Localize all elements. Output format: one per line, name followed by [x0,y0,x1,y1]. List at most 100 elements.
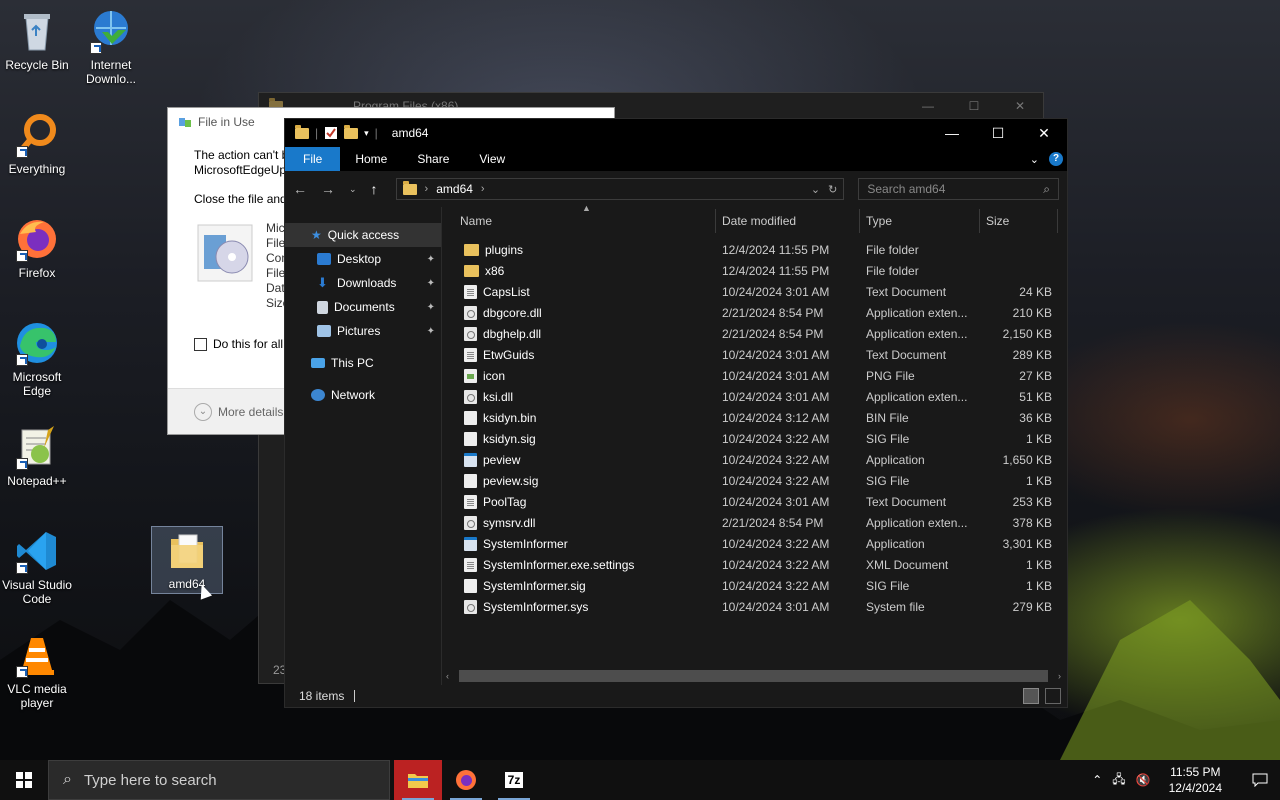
tab-home[interactable]: Home [340,147,402,171]
breadcrumb-chevron-icon[interactable]: › [425,183,429,195]
more-details-button[interactable]: More details [218,405,283,419]
refresh-icon[interactable]: ↻ [828,183,837,196]
file-name-cell[interactable]: EtwGuids [442,347,716,362]
file-row[interactable]: plugins 12/4/2024 11:55 PM File folder [442,239,1067,260]
nav-network[interactable]: Network [285,383,441,407]
nav-downloads[interactable]: ⬇ Downloads ✦ [285,271,441,295]
file-row[interactable]: ksidyn.bin 10/24/2024 3:12 AM BIN File 36 K… [442,407,1067,428]
file-name-cell[interactable]: dbgcore.dll [442,305,716,320]
file-row[interactable]: CapsList 10/24/2024 3:01 AM Text Document 2… [442,281,1067,302]
properties-icon[interactable] [324,126,338,140]
file-name-cell[interactable]: dbghelp.dll [442,326,716,341]
nav-pictures[interactable]: Pictures ✦ [285,319,441,343]
up-arrow-icon[interactable]: ↑ [371,181,378,197]
file-row[interactable]: SystemInformer.exe.settings 10/24/2024 3:… [442,554,1067,575]
desktop-icon-microsoft-edge[interactable]: Microsoft Edge [0,320,74,398]
file-name-cell[interactable]: ksidyn.bin [442,410,716,425]
file-name-cell[interactable]: ksi.dll [442,389,716,404]
address-bar[interactable]: › amd64 › ⌄ ↻ [395,178,845,200]
file-name-cell[interactable]: plugins [442,243,716,257]
desktop-icon-firefox[interactable]: Firefox [0,216,74,280]
scrollbar-thumb[interactable] [459,670,1048,682]
file-name-cell[interactable]: peview [442,452,716,467]
desktop-icon-vscode[interactable]: Visual Studio Code [0,528,74,606]
recent-locations-chevron-icon[interactable]: ⌄ [349,184,357,195]
back-arrow-icon[interactable]: ← [293,181,307,197]
explorer-window[interactable]: | ▾ | amd64 — ☐ ✕ File Home Share View ⌄… [284,118,1068,708]
file-row[interactable]: peview 10/24/2024 3:22 AM Application 1,650… [442,449,1067,470]
close-button[interactable]: ✕ [1021,119,1067,147]
file-row[interactable]: dbgcore.dll 2/21/2024 8:54 PM Application … [442,302,1067,323]
chevron-down-icon[interactable]: ⌄ [194,402,212,421]
minimize-button[interactable]: — [905,99,951,113]
notification-center-icon[interactable] [1240,773,1280,787]
file-name-cell[interactable]: ksidyn.sig [442,431,716,446]
file-row[interactable]: dbghelp.dll 2/21/2024 8:54 PM Application … [442,323,1067,344]
clock[interactable]: 11:55 PM 12/4/2024 [1161,764,1230,796]
desktop-icon-recycle-bin[interactable]: Recycle Bin [0,8,74,72]
desktop-icon-notepad-plus-plus[interactable]: Notepad++ [0,424,74,488]
large-icons-view-button[interactable] [1045,688,1061,704]
file-name-cell[interactable]: symsrv.dll [442,515,716,530]
nav-quick-access[interactable]: ★ Quick access [285,223,441,247]
column-date-modified[interactable]: Date modified [716,209,860,233]
file-row[interactable]: ksi.dll 10/24/2024 3:01 AM Application ext… [442,386,1067,407]
details-view-button[interactable] [1023,688,1039,704]
file-row[interactable]: PoolTag 10/24/2024 3:01 AM Text Document 25… [442,491,1067,512]
file-name-cell[interactable]: peview.sig [442,473,716,488]
help-icon[interactable]: ? [1049,152,1063,166]
checkbox-box[interactable] [194,337,207,351]
file-row[interactable]: SystemInformer.sys 10/24/2024 3:01 AM Syst… [442,596,1067,617]
taskbar-search-input[interactable]: Type here to search [84,772,217,789]
search-input[interactable]: Search amd64 [867,182,945,196]
file-row[interactable]: x86 12/4/2024 11:55 PM File folder [442,260,1067,281]
file-name-cell[interactable]: x86 [442,264,716,278]
file-name-cell[interactable]: icon [442,368,716,383]
file-row[interactable]: SystemInformer 10/24/2024 3:22 AM Applicat… [442,533,1067,554]
minimize-button[interactable]: — [929,119,975,147]
file-row[interactable]: SystemInformer.sig 10/24/2024 3:22 AM SIG … [442,575,1067,596]
desktop-icon-everything[interactable]: Everything [0,112,74,176]
column-name[interactable]: Name [442,209,716,233]
taskbar-7zip[interactable]: 7z [490,760,538,800]
column-type[interactable]: Type [860,209,980,233]
file-row[interactable]: EtwGuids 10/24/2024 3:01 AM Text Document 2… [442,344,1067,365]
volume-muted-icon[interactable]: 🔇 [1136,773,1151,787]
file-row[interactable]: ksidyn.sig 10/24/2024 3:22 AM SIG File 1 KB [442,428,1067,449]
taskbar-file-explorer[interactable] [394,760,442,800]
show-hidden-icons-chevron-icon[interactable]: ⌃ [1092,773,1102,787]
address-dropdown-chevron-icon[interactable]: ⌄ [811,183,820,196]
scroll-right-icon[interactable]: › [1058,671,1061,681]
taskbar-firefox[interactable] [442,760,490,800]
nav-this-pc[interactable]: This PC [285,351,441,375]
forward-arrow-icon[interactable]: → [321,181,335,197]
tab-view[interactable]: View [464,147,520,171]
search-box[interactable]: Search amd64 ⌕ [858,178,1059,200]
tab-file[interactable]: File [285,147,341,171]
close-button[interactable]: ✕ [997,99,1043,113]
file-name-cell[interactable]: SystemInformer.sys [442,599,716,614]
maximize-button[interactable]: ☐ [975,119,1021,147]
file-name-cell[interactable]: SystemInformer [442,536,716,551]
desktop-icon-amd64-folder[interactable]: amd64 [151,526,223,594]
file-row[interactable]: peview.sig 10/24/2024 3:22 AM SIG File 1 KB [442,470,1067,491]
file-name-cell[interactable]: CapsList [442,284,716,299]
horizontal-scrollbar[interactable]: ‹ › [446,669,1061,683]
tab-share[interactable]: Share [402,147,464,171]
start-button[interactable] [0,760,48,800]
scroll-left-icon[interactable]: ‹ [446,671,449,681]
nav-documents[interactable]: Documents ✦ [285,295,441,319]
network-status-icon[interactable]: 🖧 [1112,770,1125,791]
file-name-cell[interactable]: SystemInformer.sig [442,578,716,593]
file-row[interactable]: icon 10/24/2024 3:01 AM PNG File 27 KB [442,365,1067,386]
desktop-icon-internet-download-manager[interactable]: Internet Downlo... [74,8,148,86]
file-name-cell[interactable]: SystemInformer.exe.settings [442,557,716,572]
new-folder-icon[interactable] [344,124,359,139]
expand-ribbon-chevron-icon[interactable]: ⌄ [1030,153,1039,166]
taskbar-search-box[interactable]: ⌕ Type here to search [48,760,390,800]
file-row[interactable]: symsrv.dll 2/21/2024 8:54 PM Application e… [442,512,1067,533]
customize-qat-chevron-icon[interactable]: ▾ [364,128,369,139]
breadcrumb-amd64[interactable]: amd64 [436,182,473,196]
column-size[interactable]: Size [980,209,1058,233]
breadcrumb-chevron-icon[interactable]: › [481,183,485,195]
